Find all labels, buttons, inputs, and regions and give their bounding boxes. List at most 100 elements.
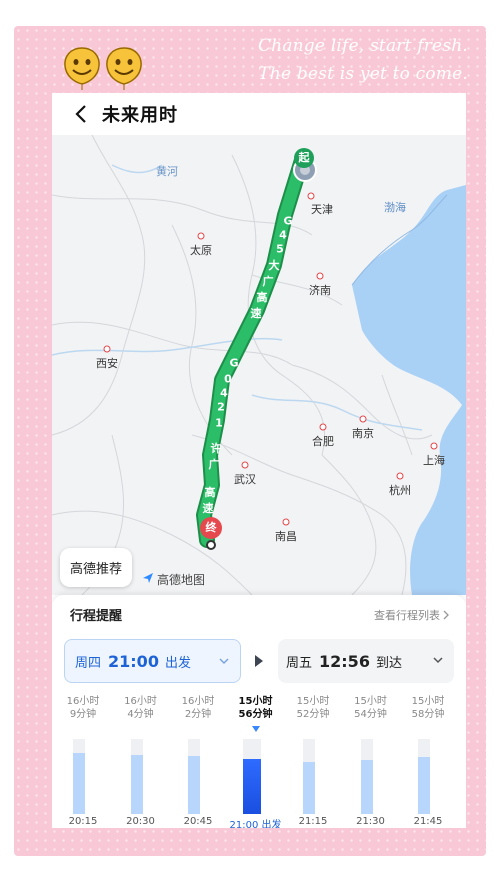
city-dot [359,415,367,423]
map-watermark: 高德地图 [142,571,205,588]
duration-minutes: 58分钟 [411,709,445,720]
city-dot [430,442,438,450]
sea-label: 渤海 [384,201,406,214]
route-label-char: 2 [217,400,225,414]
panel-title: 行程提醒 [70,609,123,624]
depart-action: 出发 [164,655,191,671]
city-label: 上海 [423,454,445,467]
end-marker[interactable]: 终 [200,517,222,539]
duration-bar [418,757,430,814]
chevron-down-icon [433,657,443,664]
duration-bar [242,758,261,814]
duration-bar-track [242,739,261,814]
depart-time-selector[interactable]: 周四 21:00 出发 [64,639,241,683]
route-label-char: 速 [202,502,214,515]
duration-bar-track [303,739,315,814]
city-label: 南昌 [275,530,297,543]
departure-time-label: 20:45 [183,816,213,827]
duration-hours: 16小时 [66,696,100,707]
app-screen: 未来用时 G 4 5 大 广 高 速 G 0 4 2 1 许 广 高 速 起 终… [52,93,466,828]
city-label: 济南 [309,284,331,297]
departure-option[interactable]: 16小时 2分钟 20:45 [172,695,224,827]
chevron-right-icon [443,605,450,624]
duration-bar [73,752,85,814]
duration-bar [188,755,200,814]
depart-day: 周四 [75,655,102,671]
arrive-action: 到达 [375,655,402,671]
amap-logo-icon [142,572,154,587]
arrive-day: 周五 [286,655,313,671]
city-dot [241,461,249,469]
departure-time-label: 21:45 [413,816,443,827]
tagline-2: The best is yet to come. [258,64,468,84]
trip-reminder-panel: 行程提醒 查看行程列表 周四 21:00 出发 周五 12:56 到达 16小时… [52,595,466,828]
duration-bar [360,760,373,814]
departure-option[interactable]: 15小时 56分钟 21:00 出发 [230,695,282,828]
route-label-char: 5 [276,242,284,256]
duration-hours: 16小时 [181,696,215,707]
watermark-text: 高德地图 [157,573,206,587]
duration-bar [303,761,315,814]
departure-option[interactable]: 16小时 4分钟 20:30 [115,695,167,827]
route-label-char: G [283,214,293,228]
departure-option[interactable]: 15小时 52分钟 21:15 [287,695,339,827]
route-label-char: 大 [268,259,280,272]
city-dot [197,232,205,240]
selected-indicator-icon [251,726,260,732]
departure-option[interactable]: 15小时 58分钟 21:45 [402,695,454,827]
duration-bar-track [418,739,430,814]
duration-bar-track [130,739,143,814]
city-dot [396,472,404,480]
duration-bar-track [73,739,85,814]
smiley-balloon-icon [64,47,100,90]
depart-time: 21:00 [108,651,159,671]
duration-hours: 15小时 [238,696,273,707]
view-trip-list-link[interactable]: 查看行程列表 [374,605,450,624]
duration-minutes: 56分钟 [238,709,273,720]
route-label-char: 1 [215,416,223,430]
duration-minutes: 4分钟 [127,709,154,720]
play-arrow-icon [255,655,263,667]
route-label-char: 高 [256,291,268,304]
duration-minutes: 2分钟 [184,709,212,720]
back-arrow-icon[interactable] [66,99,96,129]
route-label-char: 广 [262,275,274,288]
route-label-char: G [229,356,239,370]
end-point-dot [206,540,216,550]
route-label-char: 4 [220,386,228,400]
recommend-button[interactable]: 高德推荐 [60,548,133,587]
arrive-time: 12:56 [319,651,370,671]
page-title: 未来用时 [102,105,178,126]
city-dot [282,518,290,526]
city-label: 杭州 [389,484,411,497]
duration-hours: 15小时 [296,696,330,707]
duration-bar-track [360,739,373,814]
nav-header: 未来用时 [52,93,466,135]
view-trip-list-label: 查看行程列表 [374,608,440,622]
departure-time-label: 21:00 出发 [229,820,282,828]
city-label: 武汉 [234,473,256,486]
route-label-char: 速 [250,307,262,320]
city-label: 西安 [96,357,118,370]
departure-time-label: 21:15 [298,816,328,827]
city-label: 合肥 [312,435,334,448]
city-dot [103,345,111,353]
departure-time-label: 20:30 [126,816,155,827]
city-dot [307,192,315,200]
start-marker[interactable]: 起 [294,148,314,168]
city-label: 天津 [311,203,333,216]
route-label-char: 许 [210,442,222,455]
city-dot [316,272,324,280]
departure-option[interactable]: 16小时 9分钟 20:15 [57,695,109,827]
smiley-balloon-icon [106,47,142,90]
river-label: 黄河 [156,165,178,178]
duration-hours: 16小时 [124,696,157,707]
duration-hours: 15小时 [411,696,445,707]
route-label-char: 高 [204,486,216,499]
arrive-time-selector[interactable]: 周五 12:56 到达 [278,639,454,683]
departure-option[interactable]: 15小时 54分钟 21:30 [345,695,397,827]
departure-time-label: 21:30 [356,816,385,827]
city-label: 太原 [190,244,212,257]
duration-hours: 15小时 [354,696,387,707]
route-map[interactable]: G 4 5 大 广 高 速 G 0 4 2 1 许 广 高 速 起 终 天津 太… [52,135,466,595]
